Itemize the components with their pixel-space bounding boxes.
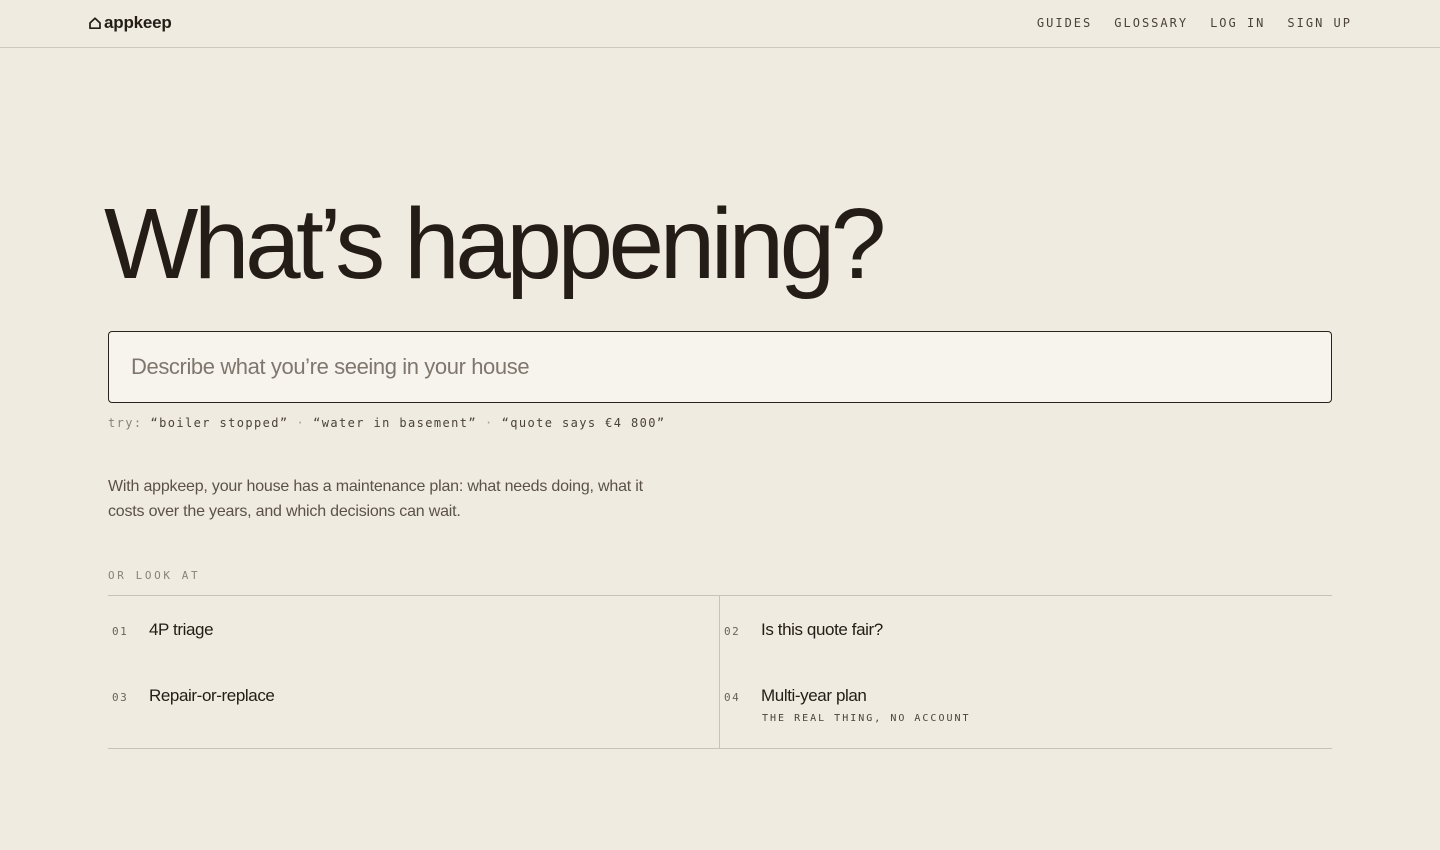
nav-sign-up[interactable]: SIGN UP [1287, 16, 1352, 30]
brand-logo[interactable]: appkeep [88, 13, 172, 33]
page-title: What’s happening? [104, 188, 886, 300]
look-at-item-multi-year-plan[interactable]: 04 Multi-year plan THE REAL THING, NO AC… [724, 686, 969, 724]
item-number: 04 [724, 691, 741, 704]
intro-text: With appkeep, your house has a maintenan… [108, 478, 643, 520]
house-icon [88, 16, 102, 30]
suggestion-separator: · [485, 416, 494, 430]
suggestion-boiler-stopped[interactable]: “boiler stopped” [151, 416, 289, 430]
item-title: Repair-or-replace [149, 686, 275, 705]
suggestion-water-in-basement[interactable]: “water in basement” [313, 416, 477, 430]
top-bar: appkeep GUIDES GLOSSARY LOG IN SIGN UP [0, 0, 1440, 48]
item-title: Multi-year plan [761, 686, 867, 705]
item-number: 03 [112, 691, 129, 704]
look-at-grid: 01 4P triage 02 Is this quote fair? 03 R… [108, 595, 1332, 749]
suggestion-quote-says[interactable]: “quote says €4 800” [502, 416, 666, 430]
brand-name: appkeep [104, 13, 172, 32]
suggestion-separator: · [296, 416, 306, 430]
look-at-item-repair-or-replace[interactable]: 03 Repair-or-replace [112, 686, 275, 706]
nav-glossary[interactable]: GLOSSARY [1114, 16, 1188, 30]
search-input[interactable] [108, 331, 1332, 403]
item-title: 4P triage [149, 620, 214, 639]
item-number: 01 [112, 625, 129, 638]
nav-guides[interactable]: GUIDES [1037, 16, 1092, 30]
nav-log-in[interactable]: LOG IN [1210, 16, 1265, 30]
look-at-label: OR LOOK AT [108, 569, 201, 582]
item-number: 02 [724, 625, 741, 638]
grid-divider [719, 596, 720, 748]
look-at-item-4p-triage[interactable]: 01 4P triage [112, 620, 214, 640]
suggestions-label: try: [108, 416, 143, 430]
item-title: Is this quote fair? [761, 620, 883, 639]
suggestions-row: try: “boiler stopped” · “water in baseme… [108, 416, 666, 430]
main-nav: GUIDES GLOSSARY LOG IN SIGN UP [1037, 16, 1352, 30]
look-at-item-quote-fair[interactable]: 02 Is this quote fair? [724, 620, 883, 640]
item-subtitle: THE REAL THING, NO ACCOUNT [762, 713, 971, 724]
